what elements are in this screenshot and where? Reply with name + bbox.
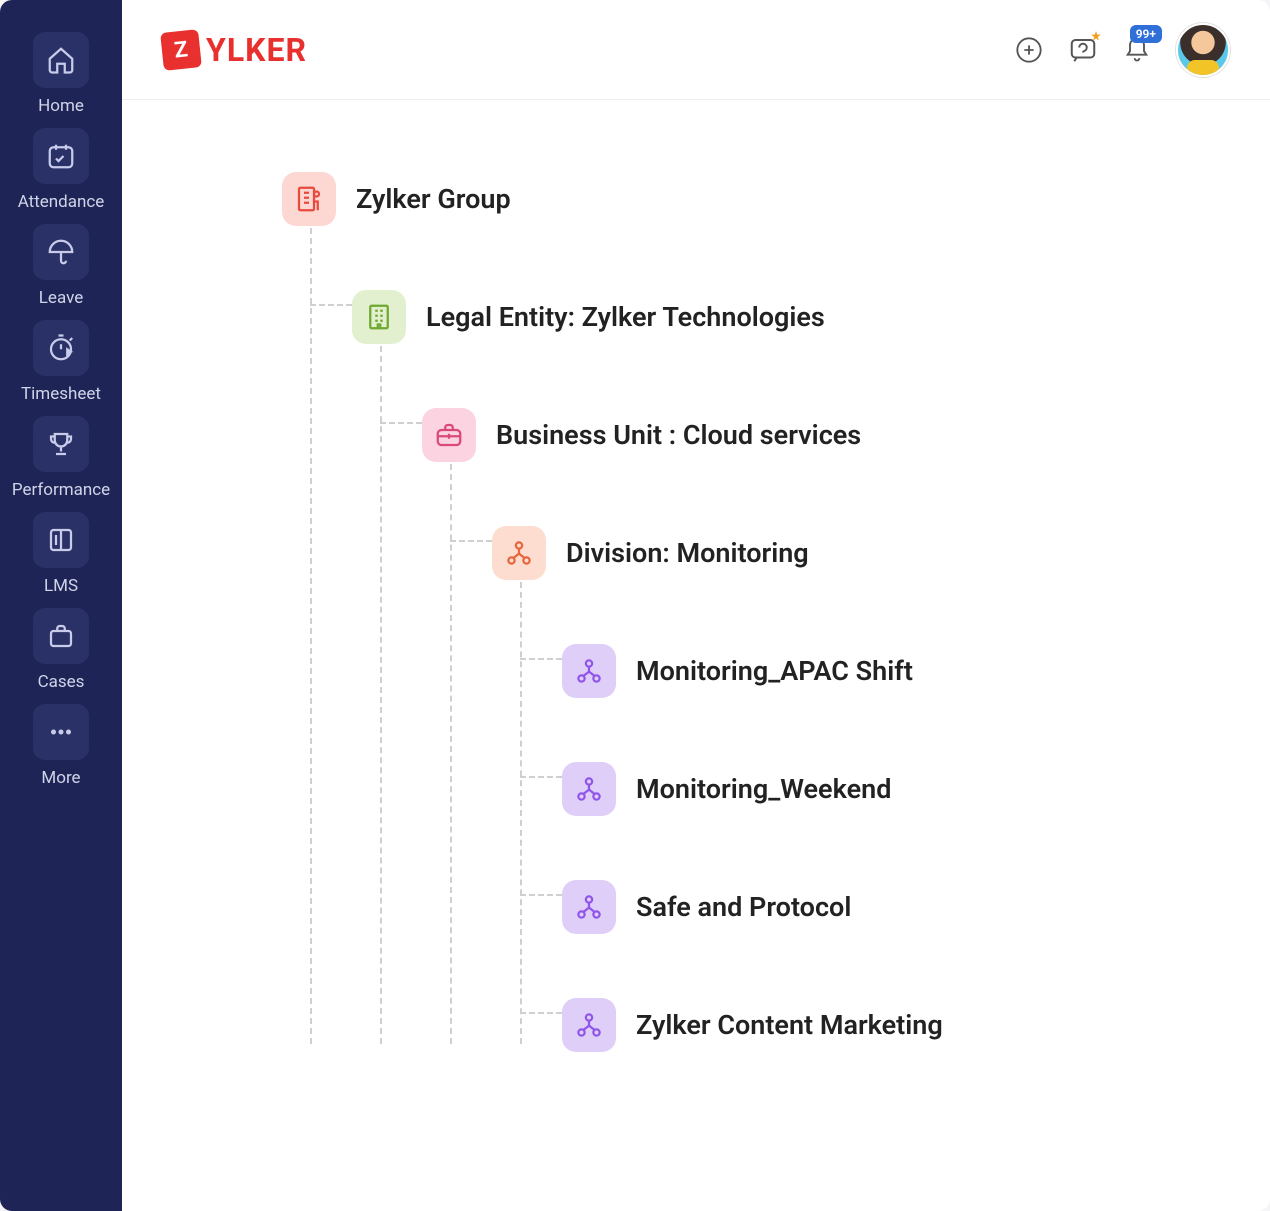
sidebar-item-home[interactable]: Home (0, 32, 122, 116)
team-icon (562, 998, 616, 1052)
sidebar-item-lms[interactable]: LMS (0, 512, 122, 596)
node-label: Division: Monitoring (566, 537, 809, 569)
home-icon (33, 32, 89, 88)
logo-badge: Z (160, 29, 202, 71)
briefcase-unit-icon (422, 408, 476, 462)
sidebar-item-label: Attendance (18, 192, 105, 212)
sidebar-item-label: Leave (39, 288, 83, 308)
tree-node-unit[interactable]: Business Unit : Cloud services (422, 396, 1230, 474)
sidebar-item-leave[interactable]: Leave (0, 224, 122, 308)
stopwatch-icon (33, 320, 89, 376)
sidebar: Home Attendance Leave Timesheet Performa (0, 0, 122, 1211)
sidebar-item-label: Timesheet (21, 384, 101, 404)
node-label: Zylker Group (356, 183, 511, 215)
more-icon (33, 704, 89, 760)
node-label: Business Unit : Cloud services (496, 419, 861, 451)
sidebar-item-more[interactable]: More (0, 704, 122, 788)
help-button[interactable] (1068, 35, 1098, 65)
company-icon (282, 172, 336, 226)
node-label: Safe and Protocol (636, 891, 851, 923)
sidebar-item-label: Cases (38, 672, 85, 692)
add-button[interactable] (1014, 35, 1044, 65)
sidebar-item-timesheet[interactable]: Timesheet (0, 320, 122, 404)
tree-node-root[interactable]: Zylker Group (282, 160, 1230, 238)
tree-node-leaf[interactable]: Monitoring_APAC Shift (562, 632, 1230, 710)
book-icon (33, 512, 89, 568)
division-icon (492, 526, 546, 580)
team-icon (562, 880, 616, 934)
trophy-icon (33, 416, 89, 472)
team-icon (562, 762, 616, 816)
tree-node-leaf[interactable]: Monitoring_Weekend (562, 750, 1230, 828)
notifications-button[interactable]: 99+ (1122, 35, 1152, 65)
tree-node-leaf[interactable]: Safe and Protocol (562, 868, 1230, 946)
sidebar-item-label: LMS (44, 576, 78, 596)
umbrella-icon (33, 224, 89, 280)
node-label: Legal Entity: Zylker Technologies (426, 301, 825, 333)
notification-badge: 99+ (1130, 25, 1162, 43)
tree-node-leaf[interactable]: Zylker Content Marketing (562, 986, 1230, 1064)
brand-logo[interactable]: Z YLKER (162, 31, 307, 69)
sidebar-item-label: More (41, 768, 80, 788)
sidebar-item-label: Home (38, 96, 84, 116)
topbar: Z YLKER 99+ (122, 0, 1270, 100)
logo-text: YLKER (206, 31, 307, 69)
sidebar-item-performance[interactable]: Performance (0, 416, 122, 500)
calendar-check-icon (33, 128, 89, 184)
org-tree: Zylker Group Legal Entity: Zylker Techno… (122, 100, 1270, 1211)
avatar[interactable] (1176, 23, 1230, 77)
team-icon (562, 644, 616, 698)
node-label: Monitoring_APAC Shift (636, 655, 913, 687)
node-label: Monitoring_Weekend (636, 773, 891, 805)
tree-node-entity[interactable]: Legal Entity: Zylker Technologies (352, 278, 1230, 356)
briefcase-icon (33, 608, 89, 664)
sidebar-item-label: Performance (12, 480, 110, 500)
building-icon (352, 290, 406, 344)
tree-node-division[interactable]: Division: Monitoring (492, 514, 1230, 592)
node-label: Zylker Content Marketing (636, 1009, 943, 1041)
sidebar-item-cases[interactable]: Cases (0, 608, 122, 692)
sidebar-item-attendance[interactable]: Attendance (0, 128, 122, 212)
